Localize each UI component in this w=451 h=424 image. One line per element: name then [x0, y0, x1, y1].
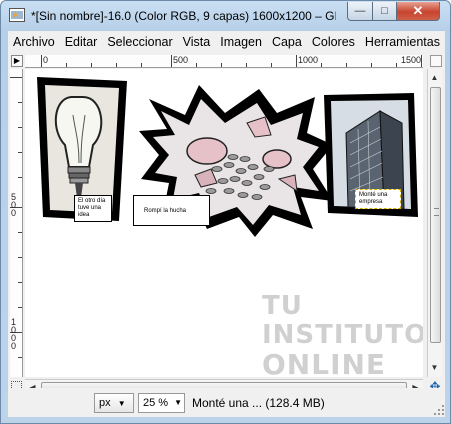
resize-grip-icon[interactable] [433, 404, 445, 416]
image-canvas[interactable]: El otro día tuve una idea Rompí la hucha… [25, 69, 423, 377]
minimize-button[interactable]: — [347, 2, 373, 21]
zoom-on-resize-toggle[interactable] [430, 55, 442, 67]
menu-vista[interactable]: Vista [178, 35, 216, 49]
vertical-scrollbar[interactable]: ▲ ▼ [427, 69, 442, 377]
gimp-window: *[Sin nombre]-16.0 (Color RGB, 9 capas) … [0, 0, 451, 424]
status-message: Monté una ... (128.4 MB) [192, 396, 325, 410]
hruler-label-0: 0 [43, 55, 49, 65]
hruler-label-500: 500 [173, 55, 189, 65]
unit-select[interactable]: px ▼ [94, 393, 134, 413]
gimp-app-icon [9, 8, 25, 22]
menu-herramientas[interactable]: Herramientas [360, 35, 445, 49]
vruler-label-500: 500 [11, 192, 17, 218]
status-bar: px ▼ 25 % ▼ Monté una ... (128.4 MB) [8, 388, 445, 417]
window-title: *[Sin nombre]-16.0 (Color RGB, 9 capas) … [31, 9, 336, 23]
vruler-label-1000: 1000 [11, 317, 17, 351]
watermark-line-2: INSTITUTO [262, 320, 423, 350]
watermark-line-1: TU [262, 291, 303, 321]
watermark-line-3: ONLINE [262, 348, 387, 378]
menu-colores[interactable]: Colores [307, 35, 360, 49]
menu-editar[interactable]: Editar [60, 35, 103, 49]
title-bar: *[Sin nombre]-16.0 (Color RGB, 9 capas) … [1, 1, 450, 31]
hruler-label-1000: 1000 [298, 55, 319, 65]
image-menu-button[interactable]: ▶ [11, 55, 23, 67]
zoom-field[interactable]: 25 % ▼ [138, 393, 185, 413]
speech-bubble-1: El otro día tuve una idea [74, 195, 112, 222]
horizontal-ruler-ticks [41, 55, 422, 67]
image-workspace: ▶ 0 500 1000 1500 500 1000 El otro día t… [8, 53, 445, 417]
maximize-button[interactable]: □ [372, 2, 397, 21]
vertical-ruler[interactable]: 500 1000 [10, 69, 23, 377]
menu-seleccionar[interactable]: Seleccionar [102, 35, 177, 49]
menu-bar: Archivo Editar Seleccionar Vista Imagen … [8, 31, 445, 53]
speech-bubble-3[interactable]: Monté una empresa [355, 189, 401, 209]
hruler-label-1500: 1500 [401, 55, 422, 65]
scroll-down-icon[interactable]: ▼ [428, 361, 441, 374]
vertical-scroll-thumb[interactable] [430, 87, 441, 343]
zoom-dropdown-icon[interactable]: ▼ [174, 398, 182, 407]
chevron-down-icon: ▼ [117, 399, 126, 408]
maximize-icon: □ [381, 5, 388, 17]
close-icon: ✕ [412, 3, 424, 18]
close-button[interactable]: ✕ [396, 2, 440, 21]
menu-imagen[interactable]: Imagen [215, 35, 267, 49]
horizontal-ruler[interactable]: 0 500 1000 1500 [25, 55, 423, 68]
menu-capa[interactable]: Capa [267, 35, 307, 49]
minimize-icon: — [354, 5, 366, 17]
scroll-up-icon[interactable]: ▲ [428, 71, 441, 84]
speech-bubble-2: Rompí la hucha [133, 195, 210, 226]
menu-archivo[interactable]: Archivo [8, 35, 60, 49]
